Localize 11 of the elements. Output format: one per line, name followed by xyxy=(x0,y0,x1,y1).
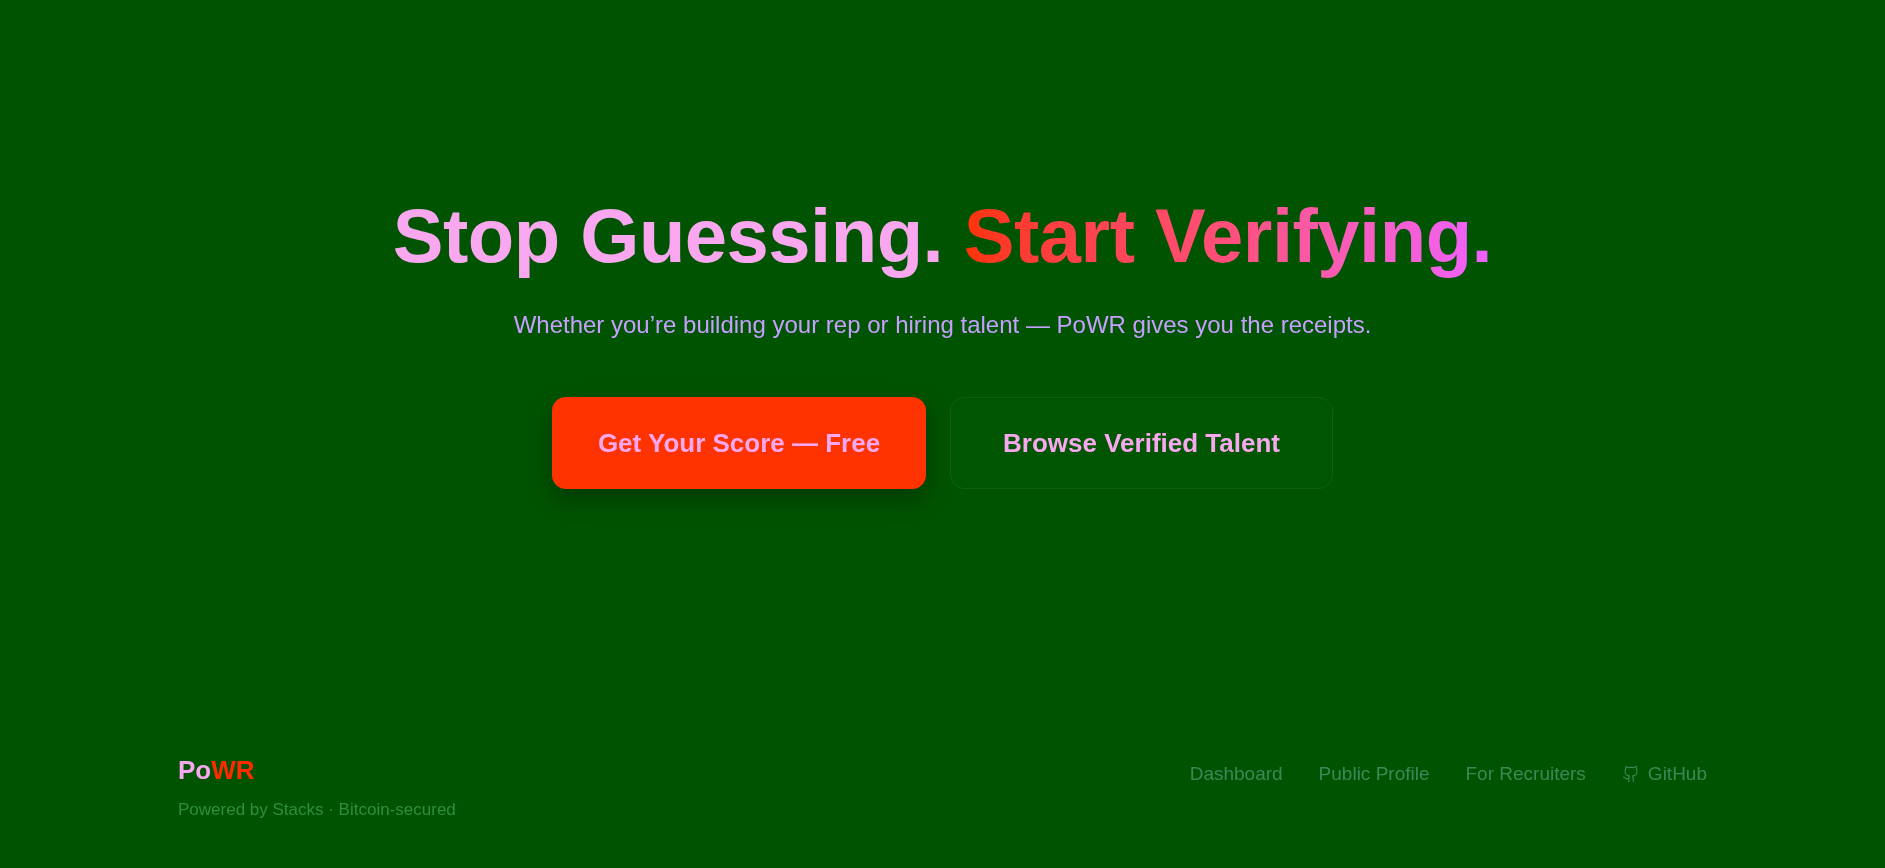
footer-link[interactable]: Dashboard xyxy=(1189,759,1283,788)
footer-link[interactable]: For Recruiters xyxy=(1465,759,1586,788)
browse-talent-button[interactable]: Browse Verified Talent xyxy=(950,397,1333,490)
subtitle: Whether you’re building your rep or hiring talent — PoWR gives you the receipts. xyxy=(513,310,1372,341)
footer-link[interactable]: Public Profile xyxy=(1318,759,1430,788)
cat-icon xyxy=(1621,764,1640,783)
footer-link[interactable]: GitHub xyxy=(1621,759,1707,788)
headline: Stop Guessing. Start Verifying. xyxy=(392,192,1493,280)
footer-tagline: Powered by Stacks · Bitcoin-secured xyxy=(178,798,456,821)
footer-logo: PoWR xyxy=(178,756,256,783)
get-score-button[interactable]: Get Your Score — Free xyxy=(552,397,926,490)
